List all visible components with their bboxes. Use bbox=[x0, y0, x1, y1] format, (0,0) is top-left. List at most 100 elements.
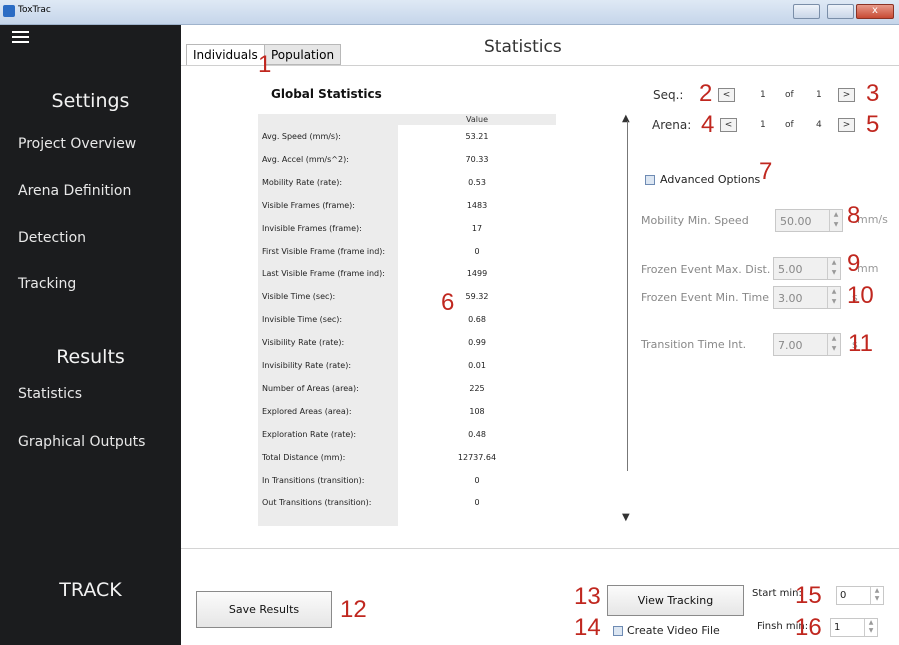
frozen-min-time-spinbox[interactable]: 3.00 ▲ ▼ bbox=[773, 286, 841, 309]
finish-min-spinbox[interactable]: 1 ▲ ▼ bbox=[830, 618, 878, 637]
seq-of: of bbox=[785, 90, 794, 100]
stat-label: Visible Time (sec): bbox=[262, 292, 336, 301]
stat-label: Visibility Rate (rate): bbox=[262, 338, 345, 347]
settings-header: Settings bbox=[51, 90, 130, 112]
stat-label: Invisible Time (sec): bbox=[262, 315, 343, 324]
create-video-label: Create Video File bbox=[627, 624, 720, 637]
annotation-number: 11 bbox=[848, 330, 873, 357]
spin-arrows[interactable]: ▲ ▼ bbox=[829, 210, 842, 231]
annotation-number: 6 bbox=[441, 289, 455, 316]
annotation-number: 5 bbox=[866, 111, 880, 138]
arena-label: Arena: bbox=[652, 118, 692, 132]
arena-next-button[interactable]: > bbox=[838, 118, 855, 132]
spin-value: 7.00 bbox=[778, 339, 803, 352]
scroll-down-icon[interactable]: ▼ bbox=[622, 512, 630, 523]
advanced-options-checkbox[interactable] bbox=[645, 175, 655, 185]
spin-arrows[interactable]: ▲ ▼ bbox=[827, 287, 840, 308]
view-tracking-button[interactable]: View Tracking bbox=[607, 585, 744, 616]
start-min-spinbox[interactable]: 0 ▲ ▼ bbox=[836, 586, 884, 605]
spin-arrows[interactable]: ▲ ▼ bbox=[864, 619, 877, 636]
save-results-button[interactable]: Save Results bbox=[196, 591, 332, 628]
scroll-up-icon[interactable]: ▲ bbox=[622, 113, 630, 124]
stat-label: Number of Areas (area): bbox=[262, 384, 359, 393]
spin-arrows[interactable]: ▲ ▼ bbox=[870, 587, 883, 604]
sidebar-item-project-overview[interactable]: Project Overview bbox=[18, 136, 136, 152]
stat-value: 59.32 bbox=[465, 292, 489, 301]
stat-label: Mobility Rate (rate): bbox=[262, 178, 343, 187]
sidebar-item-statistics[interactable]: Statistics bbox=[18, 386, 82, 402]
stat-value: 0 bbox=[474, 476, 480, 485]
stat-value: 225 bbox=[469, 384, 485, 393]
stats-table: Value Avg. Speed (mm/s): 53.21 Avg. Accel … bbox=[258, 114, 556, 526]
spin-value: 1 bbox=[834, 622, 841, 633]
sidebar-item-graphical-outputs[interactable]: Graphical Outputs bbox=[18, 434, 145, 450]
annotation-number: 4 bbox=[701, 111, 715, 138]
unit-label: mm/s bbox=[857, 213, 888, 226]
stat-label: Last Visible Frame (frame ind): bbox=[262, 269, 385, 278]
stat-value: 0 bbox=[474, 498, 480, 507]
advanced-options-label: Advanced Options bbox=[660, 173, 761, 186]
annotation-number: 12 bbox=[340, 596, 367, 623]
seq-next-button[interactable]: > bbox=[838, 88, 855, 102]
sidebar-item-detection[interactable]: Detection bbox=[18, 230, 86, 246]
spin-arrows[interactable]: ▲ ▼ bbox=[827, 334, 840, 355]
transition-time-spinbox[interactable]: 7.00 ▲ ▼ bbox=[773, 333, 841, 356]
arena-total: 4 bbox=[816, 120, 822, 130]
results-header: Results bbox=[56, 346, 125, 368]
arena-prev-button[interactable]: < bbox=[720, 118, 737, 132]
frozen-max-dist-spinbox[interactable]: 5.00 ▲ ▼ bbox=[773, 257, 841, 280]
annotation-number: 2 bbox=[699, 80, 713, 107]
window-title: ToxTrac bbox=[18, 5, 51, 15]
hamburger-icon[interactable] bbox=[12, 31, 29, 44]
restore-button[interactable] bbox=[793, 4, 820, 19]
annotation-number: 16 bbox=[795, 614, 822, 641]
app-icon bbox=[3, 5, 15, 17]
tab-divider bbox=[181, 65, 899, 66]
annotation-number: 8 bbox=[847, 202, 861, 229]
annotation-number: 14 bbox=[574, 614, 601, 641]
seq-prev-button[interactable]: < bbox=[718, 88, 735, 102]
scrollbar-track[interactable] bbox=[627, 121, 628, 471]
title-bar: ToxTrac x bbox=[0, 0, 899, 25]
value-column-header: Value bbox=[398, 114, 556, 125]
stat-label: Visible Frames (frame): bbox=[262, 201, 355, 210]
stat-value: 1483 bbox=[466, 201, 488, 210]
stat-value: 0.01 bbox=[468, 361, 486, 370]
spin-value: 50.00 bbox=[780, 215, 812, 228]
sidebar-item-arena-definition[interactable]: Arena Definition bbox=[18, 183, 131, 199]
page-title: Statistics bbox=[484, 37, 562, 57]
sidebar-item-tracking[interactable]: Tracking bbox=[18, 276, 76, 292]
track-button[interactable]: TRACK bbox=[0, 579, 181, 601]
spin-value: 3.00 bbox=[778, 292, 803, 305]
arena-of: of bbox=[785, 120, 794, 130]
create-video-checkbox[interactable] bbox=[613, 626, 623, 636]
stat-label: Avg. Accel (mm/s^2): bbox=[262, 155, 349, 164]
stat-value: 0.99 bbox=[468, 338, 486, 347]
spin-arrows[interactable]: ▲ ▼ bbox=[827, 258, 840, 279]
annotation-number: 13 bbox=[574, 583, 601, 610]
stat-label: Total Distance (mm): bbox=[262, 453, 346, 462]
stat-value: 1499 bbox=[466, 269, 488, 278]
tab-population[interactable]: Population bbox=[264, 44, 342, 65]
annotation-number: 7 bbox=[759, 158, 773, 185]
param-label: Frozen Event Max. Dist. bbox=[641, 263, 771, 276]
stat-value: 0.48 bbox=[468, 430, 486, 439]
seq-current: 1 bbox=[760, 90, 766, 100]
param-label: Transition Time Int. bbox=[641, 338, 747, 351]
stat-value: 108 bbox=[469, 407, 485, 416]
stat-value: 0 bbox=[474, 247, 480, 256]
minimize-button[interactable] bbox=[827, 4, 854, 19]
stat-label: Out Transitions (transition): bbox=[262, 498, 372, 507]
arena-current: 1 bbox=[760, 120, 766, 130]
tab-individuals[interactable]: Individuals bbox=[186, 44, 265, 65]
spin-value: 0 bbox=[840, 590, 847, 601]
annotation-number: 1 bbox=[258, 51, 272, 78]
stat-label: Exploration Rate (rate): bbox=[262, 430, 357, 439]
stat-value: 0.53 bbox=[468, 178, 486, 187]
stat-value: 53.21 bbox=[465, 132, 489, 141]
annotation-number: 15 bbox=[795, 582, 822, 609]
stat-value: 70.33 bbox=[465, 155, 489, 164]
param-label: Mobility Min. Speed bbox=[641, 214, 749, 227]
mobility-min-speed-spinbox[interactable]: 50.00 ▲ ▼ bbox=[775, 209, 843, 232]
close-button[interactable]: x bbox=[856, 4, 894, 19]
